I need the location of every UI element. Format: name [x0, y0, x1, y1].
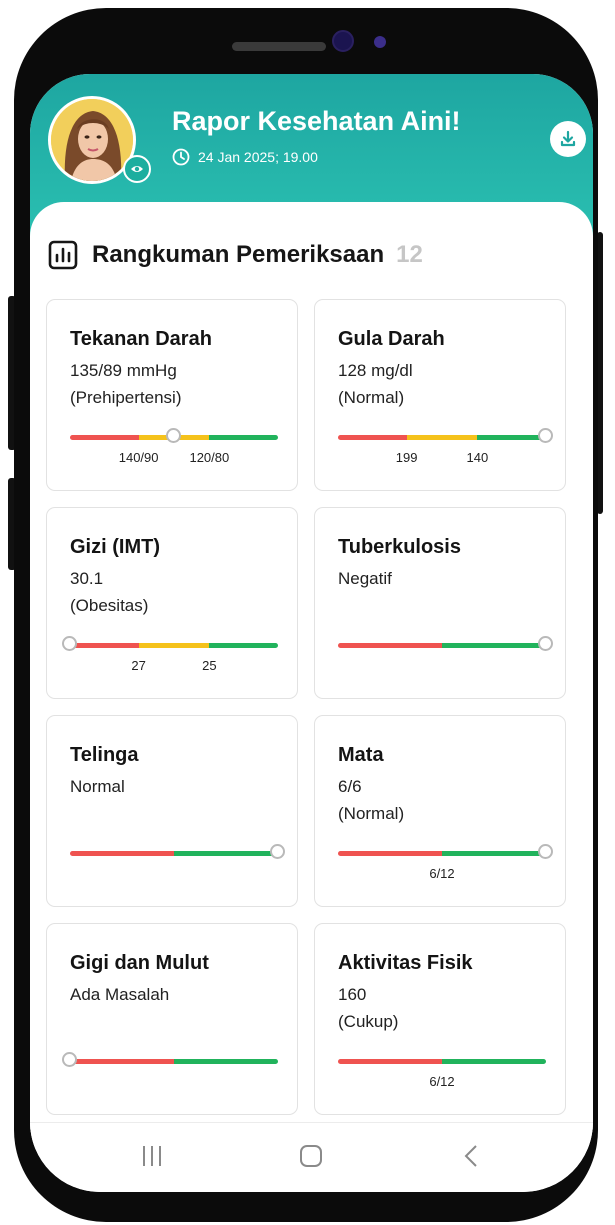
exam-card-gula-darah[interactable]: Gula Darah 128 mg/dl (Normal) 199 140: [314, 299, 566, 491]
app-screen: Rapor Kesehatan Aini! 24 Jan 2025; 19.00: [30, 74, 593, 1192]
exam-card-tekanan-darah[interactable]: Tekanan Darah 135/89 mmHg (Prehipertensi) 1…: [46, 299, 298, 491]
range-segment-red: [70, 435, 139, 440]
card-value: Ada Masalah: [70, 985, 170, 1004]
range-marker: [538, 428, 553, 443]
card-title: Tuberkulosis: [338, 536, 461, 558]
range-marker: [62, 636, 77, 651]
summary-title: Rangkuman Pemeriksaan: [92, 241, 385, 268]
download-icon: [560, 130, 576, 147]
range-segment-red: [70, 643, 139, 648]
card-value: 6/6: [338, 777, 362, 796]
card-title: Telinga: [70, 744, 139, 766]
card-value: Negatif: [338, 569, 392, 588]
card-title: Tekanan Darah: [70, 328, 212, 350]
range-segment-green: [442, 851, 546, 856]
range-segment-red: [338, 643, 442, 648]
report-datetime: 24 Jan 2025; 19.00: [172, 148, 318, 166]
card-status: (Cukup): [338, 1012, 399, 1031]
recent-apps-icon[interactable]: [140, 1143, 164, 1169]
range-tick-label: 6/12: [429, 866, 455, 881]
card-value: 135/89 mmHg: [70, 361, 177, 380]
range-marker: [538, 844, 553, 859]
range-bar: [338, 643, 546, 648]
card-value: 128 mg/dl: [338, 361, 413, 380]
exam-card-tuberkulosis[interactable]: Tuberkulosis Negatif: [314, 507, 566, 699]
range-tick-label: 140/90: [118, 450, 159, 465]
range-segment-yellow: [406, 435, 478, 440]
range-tick-label: 25: [202, 658, 217, 673]
exam-card-gizi-imt[interactable]: Gizi (IMT) 30.1 (Obesitas) 27 25: [46, 507, 298, 699]
range-tick-label: 6/12: [429, 1074, 455, 1089]
summary-panel: Rangkuman Pemeriksaan 12 Tekanan Darah 13…: [30, 202, 593, 1132]
summary-header: Rangkuman Pemeriksaan 12: [48, 240, 423, 270]
range-segment-green: [174, 1059, 278, 1064]
sensor-dot: [374, 36, 386, 48]
range-marker: [270, 844, 285, 859]
range-marker: [166, 428, 181, 443]
exam-card-gigi-dan-mulut[interactable]: Gigi dan Mulut Ada Masalah: [46, 923, 298, 1115]
summary-count: 12: [396, 241, 423, 268]
speaker-grille: [232, 42, 326, 51]
card-status: (Obesitas): [70, 596, 149, 615]
range-segment-green: [477, 435, 546, 440]
range-segment-green: [209, 435, 278, 440]
range-marker: [538, 636, 553, 651]
range-bar: [70, 1059, 278, 1064]
range-segment-red: [70, 851, 174, 856]
range-tick-label: 140: [466, 450, 489, 465]
card-title: Aktivitas Fisik: [338, 952, 473, 974]
range-segment-red: [338, 435, 407, 440]
eye-icon: [131, 166, 143, 172]
range-bar: [70, 643, 278, 648]
card-title: Mata: [338, 744, 384, 766]
range-segment-green: [209, 643, 278, 648]
phone-frame: Rapor Kesehatan Aini! 24 Jan 2025; 19.00: [14, 8, 598, 1222]
system-nav-bar: [30, 1122, 593, 1192]
card-status: (Normal): [338, 388, 405, 407]
range-bar: [338, 1059, 546, 1064]
range-segment-red: [338, 1059, 442, 1064]
exam-card-mata[interactable]: Mata 6/6 (Normal) 6/12: [314, 715, 566, 907]
back-icon[interactable]: [460, 1143, 484, 1169]
card-title: Gizi (IMT): [70, 536, 160, 558]
range-segment-green: [442, 643, 546, 648]
range-bar: [70, 851, 278, 856]
card-value: 160: [338, 985, 367, 1004]
range-segment-yellow: [138, 643, 210, 648]
range-bar: [338, 435, 546, 440]
card-title: Gigi dan Mulut: [70, 952, 209, 974]
range-segment-green: [174, 851, 278, 856]
view-profile-button[interactable]: [123, 155, 151, 183]
range-tick-label: 120/80: [189, 450, 230, 465]
range-segment-red: [338, 851, 442, 856]
home-icon[interactable]: [298, 1143, 324, 1169]
page-title: Rapor Kesehatan Aini!: [172, 106, 461, 136]
bar-chart-icon: [48, 240, 78, 270]
range-marker: [62, 1052, 77, 1067]
range-segment-red: [70, 1059, 174, 1064]
avatar-portrait: [51, 99, 133, 181]
exam-card-telinga[interactable]: Telinga Normal: [46, 715, 298, 907]
range-tick-label: 199: [395, 450, 418, 465]
download-button[interactable]: [550, 121, 586, 157]
card-title: Gula Darah: [338, 328, 445, 350]
clock-icon: [172, 148, 190, 166]
card-status: (Prehipertensi): [70, 388, 182, 407]
card-value: 30.1: [70, 569, 104, 588]
range-segment-green: [442, 1059, 546, 1064]
card-status: (Normal): [338, 804, 405, 823]
range-tick-label: 27: [131, 658, 146, 673]
exam-card-aktivitas-fisik[interactable]: Aktivitas Fisik 160 (Cukup) 6/12: [314, 923, 566, 1115]
range-bar: [338, 851, 546, 856]
card-value: Normal: [70, 777, 125, 796]
front-camera: [332, 30, 354, 52]
datetime-text: 24 Jan 2025; 19.00: [198, 149, 318, 165]
